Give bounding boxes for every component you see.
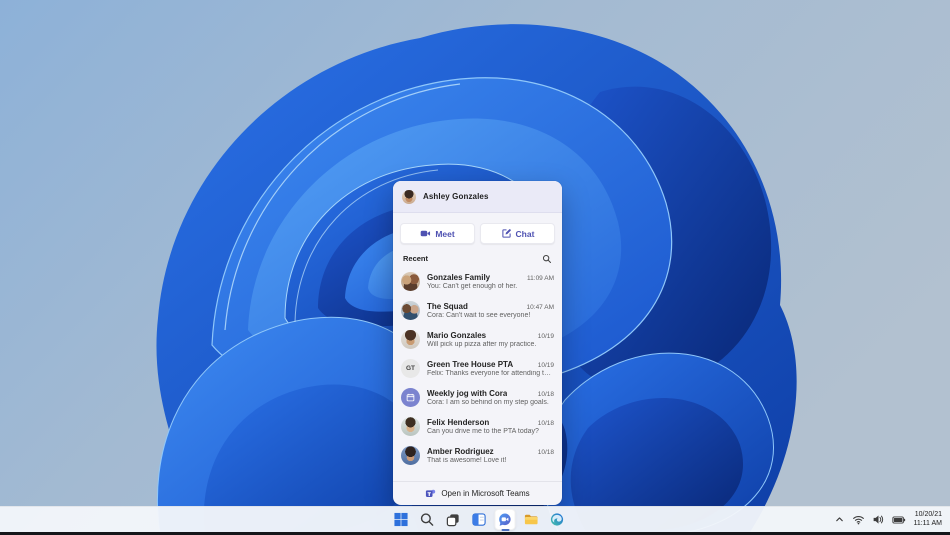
taskbar-search-button[interactable] — [417, 508, 438, 531]
conversation-item[interactable]: GT Green Tree House PTA 10/19 Felix: Tha… — [393, 354, 562, 383]
conversation-time: 11:09 AM — [527, 275, 554, 282]
conversation-name: Weekly jog with Cora — [427, 389, 508, 398]
teams-logo-icon — [426, 489, 436, 497]
wifi-icon[interactable] — [852, 513, 865, 526]
recent-label: Recent — [403, 254, 429, 263]
edge-icon — [550, 513, 564, 526]
conversation-item[interactable]: Mario Gonzales 10/19 Will pick up pizza … — [393, 325, 562, 354]
file-explorer-button[interactable] — [521, 508, 542, 531]
avatar — [401, 446, 420, 465]
taskbar-clock[interactable]: 10/20/21 11:11 AM — [913, 511, 942, 528]
conversation-name: Gonzales Family — [427, 273, 491, 282]
conversation-time: 10/18 — [537, 420, 554, 427]
conversation-preview: Cora: I am so behind on my step goals. — [427, 399, 549, 406]
conversation-name: The Squad — [427, 302, 468, 311]
avatar-calendar-icon — [401, 388, 420, 407]
conversation-time: 10/19 — [537, 333, 554, 340]
search-icon[interactable] — [541, 253, 552, 264]
conversation-preview: That is awesome! Love it! — [427, 457, 507, 464]
folder-icon — [524, 514, 538, 525]
conversation-preview: You: Can't get enough of her. — [427, 283, 518, 290]
task-view-icon — [446, 514, 459, 527]
chat-panel-actions: Meet Chat — [393, 213, 562, 252]
conversation-item[interactable]: Gonzales Family 11:09 AM You: Can't get … — [393, 267, 562, 296]
conversation-item[interactable]: Felix Henderson 10/18 Can you drive me t… — [393, 412, 562, 441]
conversation-item[interactable]: Amber Rodriguez 10/18 That is awesome! L… — [393, 441, 562, 470]
avatar — [401, 301, 420, 320]
avatar — [401, 417, 420, 436]
start-button[interactable] — [391, 508, 412, 531]
conversation-time: 10/19 — [537, 362, 554, 369]
user-name: Ashley Gonzales — [423, 192, 489, 201]
conversation-preview: Cora: Can't wait to see everyone! — [427, 312, 531, 319]
task-view-button[interactable] — [443, 508, 464, 531]
video-camera-icon — [421, 230, 431, 237]
conversation-time: 10:47 AM — [526, 304, 554, 311]
user-avatar[interactable] — [402, 189, 416, 204]
meet-button-label: Meet — [435, 228, 455, 239]
avatar — [401, 272, 420, 291]
taskbar-center-icons — [391, 507, 568, 532]
meet-button[interactable]: Meet — [400, 223, 475, 244]
conversation-name: Amber Rodriguez — [427, 447, 494, 456]
conversation-name: Felix Henderson — [427, 418, 490, 427]
avatar-initials: GT — [401, 359, 420, 378]
clock-date: 10/20/21 — [914, 511, 942, 518]
open-in-teams-button[interactable]: Open in Microsoft Teams — [393, 481, 562, 505]
chat-panel-header: Ashley Gonzales — [393, 181, 562, 213]
desktop: Ashley Gonzales Meet Chat Recent Gonzale… — [0, 0, 950, 535]
widgets-icon — [472, 513, 486, 526]
open-in-teams-label: Open in Microsoft Teams — [441, 489, 530, 498]
windows-start-icon — [394, 512, 408, 527]
battery-icon[interactable] — [892, 513, 906, 527]
conversation-preview: Can you drive me to the PTA today? — [427, 428, 539, 435]
widgets-button[interactable] — [469, 508, 490, 531]
teams-chat-flyout: Ashley Gonzales Meet Chat Recent Gonzale… — [393, 181, 562, 505]
chevron-up-icon[interactable] — [834, 514, 845, 525]
search-icon — [420, 513, 434, 526]
conversation-list: Gonzales Family 11:09 AM You: Can't get … — [393, 267, 562, 481]
conversation-item[interactable]: The Squad 10:47 AM Cora: Can't wait to s… — [393, 296, 562, 325]
conversation-time: 10/18 — [537, 391, 554, 398]
avatar — [401, 330, 420, 349]
system-tray: 10/20/21 11:11 AM — [834, 507, 950, 532]
recent-row: Recent — [393, 252, 562, 267]
clock-time: 11:11 AM — [913, 519, 942, 527]
conversation-name: Green Tree House PTA — [427, 360, 514, 369]
conversation-preview: Will pick up pizza after my practice. — [427, 341, 537, 348]
chat-button[interactable]: Chat — [480, 223, 555, 244]
conversation-preview: Felix: Thanks everyone for attending tod… — [427, 370, 554, 377]
active-indicator — [501, 529, 509, 531]
volume-icon[interactable] — [872, 513, 885, 526]
conversation-item[interactable]: Weekly jog with Cora 10/18 Cora: I am so… — [393, 383, 562, 412]
taskbar: 10/20/21 11:11 AM — [0, 506, 950, 532]
teams-chat-icon — [499, 513, 511, 526]
chat-button-label: Chat — [515, 228, 535, 239]
compose-icon — [501, 229, 511, 238]
chat-taskbar-button[interactable] — [494, 508, 516, 531]
conversation-time: 10/18 — [537, 449, 554, 456]
conversation-name: Mario Gonzales — [427, 331, 487, 340]
edge-button[interactable] — [547, 508, 568, 531]
